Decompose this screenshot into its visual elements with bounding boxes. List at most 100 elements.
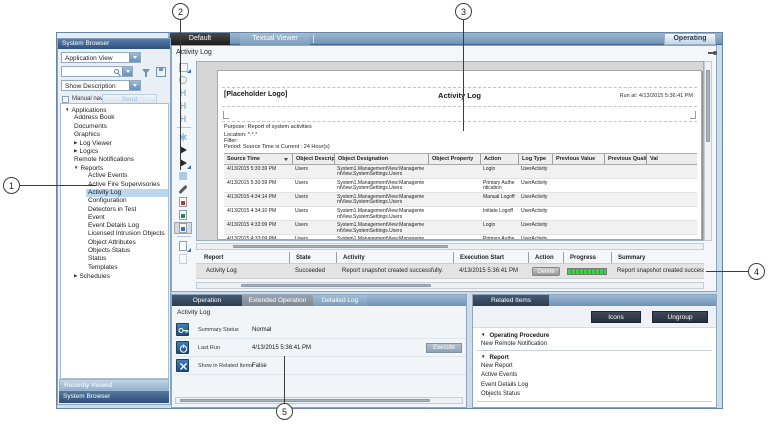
tab-operation[interactable]: Operation: [172, 295, 242, 306]
tree-item-detectors-in-test[interactable]: Detectors in Test: [61, 206, 168, 214]
tab-textual-viewer[interactable]: Textual Viewer: [240, 33, 310, 45]
related-item-event-details-log[interactable]: Event Details Log: [473, 381, 716, 391]
tree-item-objects-status[interactable]: Objects Status: [61, 247, 168, 255]
description-dropdown[interactable]: Show Description: [61, 80, 141, 91]
tree-item-event[interactable]: Event: [61, 214, 168, 222]
column-header-previous-quality[interactable]: Previous Quality: [604, 154, 646, 164]
scrollbar-thumb[interactable]: [241, 284, 431, 287]
chevron-right-icon[interactable]: ▶: [74, 148, 77, 153]
tab-related-items[interactable]: Related Items: [473, 295, 549, 306]
header-left-icon[interactable]: H: [174, 87, 192, 99]
chevron-right-icon[interactable]: ▶: [74, 273, 77, 278]
delete-button[interactable]: Delete: [532, 267, 560, 276]
run-options-icon[interactable]: [174, 157, 192, 169]
column-header-previous-value[interactable]: Previous Value: [552, 154, 604, 164]
system-browser-header[interactable]: System Browser: [58, 39, 170, 49]
column-header-object-description[interactable]: Object Description: [292, 154, 334, 164]
export-excel-icon[interactable]: [174, 209, 192, 221]
header-right-icon[interactable]: H: [174, 113, 192, 125]
system-browser-bar[interactable]: System Browser: [59, 391, 169, 403]
related-item-active-events[interactable]: Active Events: [473, 371, 716, 381]
stop-icon[interactable]: [174, 170, 192, 182]
horizontal-scrollbar[interactable]: [175, 397, 463, 404]
chevron-down-icon[interactable]: [129, 81, 140, 90]
tree-item-reports[interactable]: ▼Reports: [61, 164, 168, 172]
table-row[interactable]: 4/13/2015 5:30:39 PMUsersSystem1.Managem…: [224, 179, 697, 193]
tree-item-templates[interactable]: Templates: [61, 264, 168, 272]
tree-item-documents[interactable]: Documents: [61, 123, 168, 131]
horizontal-scrollbar[interactable]: [196, 282, 704, 289]
export-pdf-icon[interactable]: [174, 196, 192, 208]
sort-descending-icon[interactable]: [284, 158, 288, 161]
tree-item-graphics[interactable]: Graphics: [61, 131, 168, 139]
chevron-down-icon[interactable]: [129, 53, 140, 62]
chevron-down-icon[interactable]: ▼: [481, 354, 485, 359]
tree-item-active-events[interactable]: Active Events: [61, 172, 168, 180]
tree-item-applications[interactable]: ▼Applications: [61, 106, 168, 114]
manual-nav-checkbox[interactable]: [62, 96, 69, 103]
column-header-val[interactable]: Val: [646, 154, 697, 164]
related-item-objects-status[interactable]: Objects Status: [473, 390, 716, 400]
table-row[interactable]: 4/13/2015 5:30:39 PMUsersSystem1.Managem…: [224, 165, 697, 179]
ungroup-button[interactable]: Ungroup: [652, 311, 708, 323]
related-item-new-report[interactable]: New Report: [473, 362, 716, 372]
activity-table-header[interactable]: Source TimeObject DescriptionObject Desi…: [224, 153, 697, 165]
table-row[interactable]: 4/13/2015 4:34:10 PMUsersSystem1.Managem…: [224, 207, 697, 221]
table-row[interactable]: 4/13/2015 4:33:09 PMUsersSystem1.Managem…: [224, 235, 697, 240]
export-icon[interactable]: [174, 240, 192, 252]
run-report-icon[interactable]: [174, 144, 192, 156]
view-dropdown[interactable]: Application View: [61, 52, 141, 63]
scrollbar-thumb[interactable]: [233, 245, 448, 248]
column-header-source-time[interactable]: Source Time: [224, 154, 292, 164]
chevron-right-icon[interactable]: ▶: [74, 140, 77, 145]
properties-icon[interactable]: [174, 61, 192, 73]
header-center-icon[interactable]: H: [174, 100, 192, 112]
chevron-down-icon[interactable]: ▼: [65, 107, 69, 112]
search-input[interactable]: [61, 66, 133, 77]
vertical-scrollbar[interactable]: [704, 61, 712, 241]
record-icon[interactable]: [174, 74, 192, 86]
recently-viewed-bar[interactable]: Recently Viewed: [59, 379, 169, 391]
chevron-down-icon[interactable]: [122, 67, 132, 76]
tree-item-logics[interactable]: ▶Logics: [61, 147, 168, 155]
tree-item-licensed-intrusion-objects[interactable]: Licensed Intrusion Objects: [61, 230, 168, 238]
column-header-object-property[interactable]: Object Property: [428, 154, 480, 164]
status-table-row[interactable]: Activity Log Succeeded Report snapshot c…: [196, 264, 704, 279]
tab-extended-operation[interactable]: Extended Operation: [242, 295, 313, 306]
tree-item-object-attributes[interactable]: Object Attributes: [61, 239, 168, 247]
tab-default[interactable]: Default: [170, 33, 230, 45]
tree-item-status[interactable]: Status: [61, 255, 168, 263]
tree-item-address-book[interactable]: Address Book: [61, 114, 168, 122]
snapshot-icon[interactable]: [174, 222, 192, 234]
tab-detailed-log[interactable]: Detailed Log: [313, 295, 367, 306]
edit-icon[interactable]: [174, 183, 192, 195]
save-report-icon[interactable]: [174, 253, 192, 265]
execute-button[interactable]: Execute: [426, 343, 462, 353]
tab-operating[interactable]: Operating: [664, 33, 716, 45]
icons-button[interactable]: Icons: [591, 311, 641, 323]
related-section-report[interactable]: ▼Report: [473, 352, 716, 362]
tree-item-configuration[interactable]: Configuration: [61, 197, 168, 205]
tree-item-event-details-log[interactable]: Event Details Log: [61, 222, 168, 230]
chevron-down-icon[interactable]: ▼: [74, 165, 78, 170]
pin-icon[interactable]: [708, 52, 714, 54]
horizontal-scrollbar[interactable]: [196, 243, 704, 250]
tree-item-log-viewer[interactable]: ▶Log Viewer: [61, 139, 168, 147]
related-section-operating-procedure[interactable]: ▼Operating Procedure: [473, 330, 716, 340]
column-header-action[interactable]: Action: [480, 154, 518, 164]
related-item-new-remote-notification[interactable]: New Remote Notification: [473, 340, 716, 350]
table-row[interactable]: 4/13/2015 4:34:14 PMUsersSystem1.Managem…: [224, 193, 697, 207]
column-header-object-designation[interactable]: Object Designation: [334, 154, 428, 164]
save-icon[interactable]: [156, 67, 166, 77]
tree-item-schedules[interactable]: ▶Schedules: [61, 272, 168, 280]
tree-item-activity-log[interactable]: Activity Log: [61, 189, 168, 197]
tree-item-remote-notifications[interactable]: Remote Notifications: [61, 156, 168, 164]
settings-icon[interactable]: ∗: [174, 131, 192, 143]
filter-icon[interactable]: [142, 69, 150, 74]
scrollbar-thumb[interactable]: [706, 70, 710, 142]
scrollbar-thumb[interactable]: [180, 399, 430, 402]
chevron-down-icon[interactable]: ▼: [481, 332, 485, 337]
column-header-log-type[interactable]: Log Type: [518, 154, 552, 164]
operation-tab-bar: Operation Extended Operation Detailed Lo…: [172, 295, 466, 306]
table-row[interactable]: 4/13/2015 4:33:09 PMUsersSystem1.Managem…: [224, 221, 697, 235]
